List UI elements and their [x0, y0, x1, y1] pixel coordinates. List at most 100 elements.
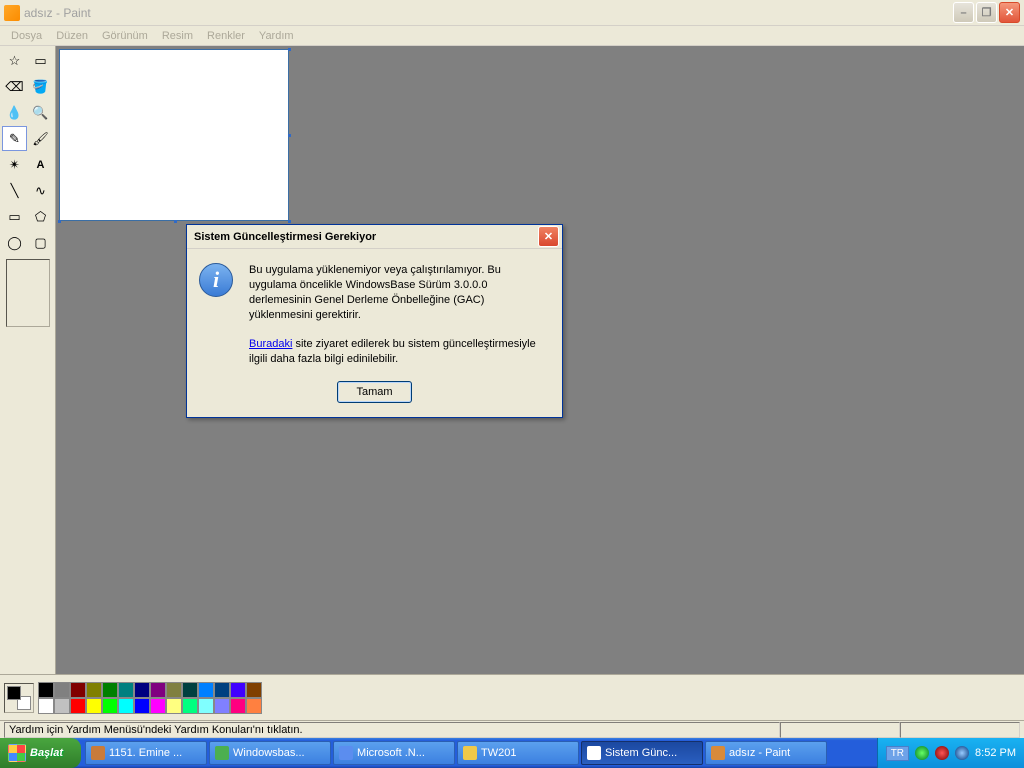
color-swatch[interactable]	[102, 682, 118, 698]
resize-handle[interactable]	[58, 220, 61, 223]
color-swatch[interactable]	[150, 682, 166, 698]
color-swatch[interactable]	[246, 682, 262, 698]
color-swatch[interactable]	[54, 698, 70, 714]
taskbar-item[interactable]: Sistem Günc...	[581, 741, 703, 765]
taskbar-item-icon	[463, 746, 477, 760]
menu-view[interactable]: Görünüm	[95, 28, 155, 44]
status-coords	[780, 722, 900, 738]
taskbar-item-label: Sistem Günc...	[605, 747, 677, 759]
titlebar: adsız - Paint – ❐ ✕	[0, 0, 1024, 26]
brush-tool[interactable]: 🖌	[28, 126, 53, 151]
color-swatch[interactable]	[70, 682, 86, 698]
resize-handle[interactable]	[288, 134, 291, 137]
line-tool[interactable]: ╲	[2, 178, 27, 203]
resize-handle[interactable]	[288, 48, 291, 51]
airbrush-tool[interactable]: ✴	[2, 152, 27, 177]
color-swatch[interactable]	[134, 682, 150, 698]
current-colors[interactable]	[4, 683, 34, 713]
rect-select-tool[interactable]: ▭	[28, 48, 53, 73]
tray-icon[interactable]	[935, 746, 949, 760]
color-swatch[interactable]	[230, 698, 246, 714]
color-swatch[interactable]	[86, 682, 102, 698]
resize-handle[interactable]	[288, 220, 291, 223]
clock[interactable]: 8:52 PM	[975, 747, 1016, 759]
color-swatch[interactable]	[230, 682, 246, 698]
picker-tool[interactable]: 💧	[2, 100, 27, 125]
rectangle-tool[interactable]: ▭	[2, 204, 27, 229]
magnifier-tool[interactable]: 🔍	[28, 100, 53, 125]
resize-handle[interactable]	[174, 220, 177, 223]
foreground-color-swatch	[7, 686, 21, 700]
menu-file[interactable]: Dosya	[4, 28, 49, 44]
color-swatch[interactable]	[86, 698, 102, 714]
color-swatch[interactable]	[166, 698, 182, 714]
main-area: ☆ ▭ ⌫ 🪣 💧 🔍 ✎ 🖌 ✴ A ╲ ∿ ▭ ⬠ ◯ ▢	[0, 46, 1024, 674]
taskbar-item[interactable]: Windowsbas...	[209, 741, 331, 765]
color-swatch[interactable]	[102, 698, 118, 714]
close-button[interactable]: ✕	[999, 2, 1020, 23]
color-swatch[interactable]	[70, 698, 86, 714]
menu-edit[interactable]: Düzen	[49, 28, 95, 44]
taskbar-item-label: Microsoft .N...	[357, 747, 425, 759]
color-swatch[interactable]	[198, 698, 214, 714]
tray-icon[interactable]	[915, 746, 929, 760]
dialog-text: Bu uygulama yüklenemiyor veya çalıştırıl…	[249, 263, 550, 367]
taskbar-item[interactable]: Microsoft .N...	[333, 741, 455, 765]
color-swatch[interactable]	[214, 682, 230, 698]
canvas-area[interactable]: Sistem Güncelleştirmesi Gerekiyor ✕ i Bu…	[56, 46, 1024, 674]
windows-logo-icon	[8, 744, 26, 762]
start-button[interactable]: Başlat	[0, 738, 81, 768]
language-indicator[interactable]: TR	[886, 746, 909, 761]
color-swatch[interactable]	[54, 682, 70, 698]
color-swatch[interactable]	[118, 682, 134, 698]
maximize-button[interactable]: ❐	[976, 2, 997, 23]
taskbar-item[interactable]: TW201	[457, 741, 579, 765]
taskbar-item[interactable]: adsız - Paint	[705, 741, 827, 765]
freeform-select-tool[interactable]: ☆	[2, 48, 27, 73]
color-swatch[interactable]	[166, 682, 182, 698]
eraser-tool[interactable]: ⌫	[2, 74, 27, 99]
minimize-button[interactable]: –	[953, 2, 974, 23]
color-swatch[interactable]	[214, 698, 230, 714]
taskbar-item[interactable]: 1151. Emine ...	[85, 741, 207, 765]
dialog-close-button[interactable]: ✕	[538, 226, 559, 247]
taskbar-item-icon	[339, 746, 353, 760]
dialog-link[interactable]: Buradaki	[249, 338, 292, 350]
color-swatch[interactable]	[182, 698, 198, 714]
dialog-message-1: Bu uygulama yüklenemiyor veya çalıştırıl…	[249, 263, 550, 322]
dialog-title: Sistem Güncelleştirmesi Gerekiyor	[190, 231, 538, 243]
color-swatch[interactable]	[38, 682, 54, 698]
system-tray: TR 8:52 PM	[877, 738, 1024, 768]
color-swatch[interactable]	[134, 698, 150, 714]
fill-tool[interactable]: 🪣	[28, 74, 53, 99]
dialog-body: i Bu uygulama yüklenemiyor veya çalıştır…	[187, 249, 562, 381]
menu-bar: Dosya Düzen Görünüm Resim Renkler Yardım	[0, 26, 1024, 46]
tool-option-1[interactable]	[10, 263, 46, 279]
curve-tool[interactable]: ∿	[28, 178, 53, 203]
toolbox: ☆ ▭ ⌫ 🪣 💧 🔍 ✎ 🖌 ✴ A ╲ ∿ ▭ ⬠ ◯ ▢	[0, 46, 56, 674]
text-tool[interactable]: A	[28, 152, 53, 177]
tray-icon[interactable]	[955, 746, 969, 760]
menu-colors[interactable]: Renkler	[200, 28, 252, 44]
menu-image[interactable]: Resim	[155, 28, 200, 44]
menu-help[interactable]: Yardım	[252, 28, 301, 44]
color-swatch[interactable]	[38, 698, 54, 714]
tool-options	[6, 259, 50, 327]
color-swatch[interactable]	[182, 682, 198, 698]
color-swatch[interactable]	[150, 698, 166, 714]
dialog-titlebar[interactable]: Sistem Güncelleştirmesi Gerekiyor ✕	[187, 225, 562, 249]
taskbar-item-icon	[711, 746, 725, 760]
polygon-tool[interactable]: ⬠	[28, 204, 53, 229]
canvas[interactable]	[60, 50, 288, 220]
rounded-rect-tool[interactable]: ▢	[28, 230, 53, 255]
ok-button[interactable]: Tamam	[337, 381, 412, 403]
color-palette	[38, 682, 262, 714]
color-swatch[interactable]	[246, 698, 262, 714]
ellipse-tool[interactable]: ◯	[2, 230, 27, 255]
taskbar-item-icon	[587, 746, 601, 760]
tool-grid: ☆ ▭ ⌫ 🪣 💧 🔍 ✎ 🖌 ✴ A ╲ ∿ ▭ ⬠ ◯ ▢	[2, 48, 53, 255]
pencil-tool[interactable]: ✎	[2, 126, 27, 151]
color-swatch[interactable]	[198, 682, 214, 698]
color-swatch[interactable]	[118, 698, 134, 714]
start-label: Başlat	[30, 747, 63, 759]
